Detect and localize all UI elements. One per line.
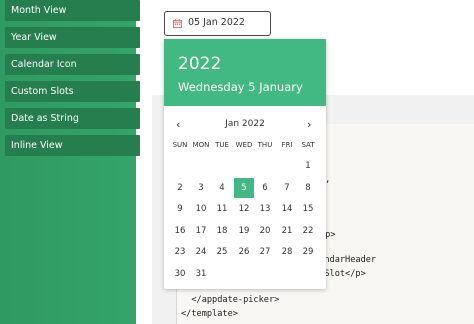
day-cell[interactable]: 4 — [212, 178, 232, 198]
calendar-icon — [173, 19, 182, 28]
sidebar-item-date-as-string[interactable]: Date as String — [5, 108, 140, 129]
weekday-label: SUN — [172, 141, 188, 149]
weekday-label: FRI — [281, 141, 293, 149]
day-cell[interactable]: 27 — [255, 242, 275, 262]
sidebar-item-custom-slots[interactable]: Custom Slots — [5, 81, 140, 102]
date-input[interactable]: 05 Jan 2022 — [164, 11, 271, 36]
weekday-label: TUE — [215, 141, 229, 149]
weekday-label: MON — [192, 141, 210, 149]
day-cell[interactable]: 8 — [298, 178, 318, 198]
day-cell-selected[interactable]: 5 — [234, 178, 254, 198]
day-cell[interactable]: 20 — [255, 221, 275, 241]
day-cell[interactable]: 23 — [170, 242, 190, 262]
weekday-label: WED — [235, 141, 253, 149]
day-cell[interactable]: 15 — [298, 199, 318, 219]
code-line: </template> — [181, 309, 238, 319]
picker-header: 2022 Wednesday 5 January — [164, 39, 326, 106]
sidebar-item-calendar-icon[interactable]: Calendar Icon — [5, 54, 140, 75]
day-cell[interactable]: 1 — [298, 156, 318, 176]
day-cell[interactable]: 18 — [212, 221, 232, 241]
sidebar-item-year-view[interactable]: Year View — [5, 27, 140, 48]
month-label[interactable]: Jan 2022 — [164, 119, 326, 129]
day-cell[interactable]: 30 — [170, 264, 190, 284]
day-cell[interactable]: 24 — [191, 242, 211, 262]
day-cell[interactable]: 26 — [234, 242, 254, 262]
day-cell[interactable]: 2 — [170, 178, 190, 198]
day-cell[interactable]: 14 — [277, 199, 297, 219]
day-cell[interactable]: 19 — [234, 221, 254, 241]
day-cell[interactable]: 22 — [298, 221, 318, 241]
day-cell[interactable]: 16 — [170, 221, 190, 241]
sidebar-item-month-view[interactable]: Month View — [5, 0, 140, 21]
weekday-label: THU — [257, 141, 273, 149]
day-cell[interactable]: 13 — [255, 199, 275, 219]
date-picker-popup: 2022 Wednesday 5 January ‹ Jan 2022 › SU… — [164, 39, 326, 289]
day-cell[interactable]: 10 — [191, 199, 211, 219]
day-cell[interactable]: 28 — [277, 242, 297, 262]
picker-full-date: Wednesday 5 January — [178, 80, 303, 94]
day-cell[interactable]: 21 — [277, 221, 297, 241]
day-cell[interactable]: 11 — [212, 199, 232, 219]
weekday-label: SAT — [301, 141, 315, 149]
day-cell[interactable]: 6 — [255, 178, 275, 198]
day-cell[interactable]: 17 — [191, 221, 211, 241]
day-cell[interactable]: 31 — [191, 264, 211, 284]
picker-year[interactable]: 2022 — [178, 54, 221, 74]
day-cell[interactable]: 12 — [234, 199, 254, 219]
date-input-value: 05 Jan 2022 — [188, 17, 245, 28]
sidebar: Month View Year View Calendar Icon Custom S… — [0, 0, 140, 324]
sidebar-item-inline-view[interactable]: Inline View — [5, 135, 140, 156]
day-cell[interactable]: 9 — [170, 199, 190, 219]
chevron-right-icon[interactable]: › — [307, 118, 311, 131]
day-cell[interactable]: 29 — [298, 242, 318, 262]
day-cell[interactable]: 7 — [277, 178, 297, 198]
day-cell[interactable]: 3 — [191, 178, 211, 198]
day-cell[interactable]: 25 — [212, 242, 232, 262]
code-line: </appdate-picker> — [181, 295, 280, 305]
